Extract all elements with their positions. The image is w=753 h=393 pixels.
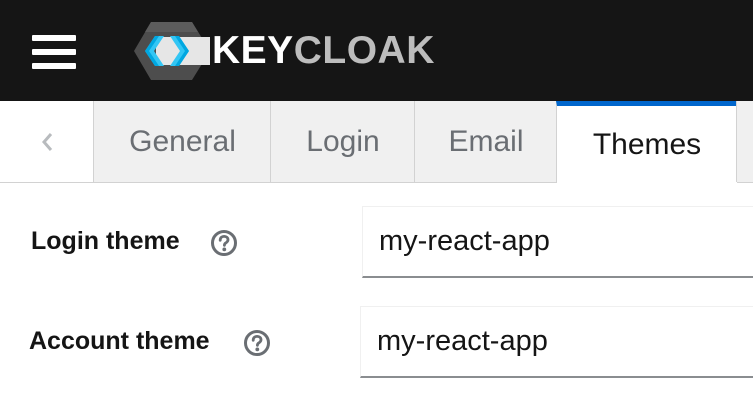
tab-email-label: Email xyxy=(448,124,524,158)
login-theme-label: Login theme xyxy=(31,227,180,255)
keycloak-logo-icon xyxy=(134,22,210,80)
account-theme-row: Account theme my-react-app xyxy=(0,306,753,378)
tab-email[interactable]: Email xyxy=(414,101,557,182)
question-circle-icon[interactable] xyxy=(210,229,238,257)
keycloak-wordmark: KEYCLOAK xyxy=(212,29,435,72)
realm-settings-tabs: General Login Email Themes xyxy=(0,101,753,183)
tab-themes-label: Themes xyxy=(592,127,702,161)
hamburger-menu-icon[interactable] xyxy=(32,33,76,73)
login-theme-row: Login theme my-react-app xyxy=(0,206,753,278)
login-theme-select[interactable]: my-react-app xyxy=(362,206,753,278)
account-theme-select[interactable]: my-react-app xyxy=(360,306,753,378)
tab-login[interactable]: Login xyxy=(270,101,415,182)
masthead: KEYCLOAK xyxy=(0,0,753,101)
account-theme-label: Account theme xyxy=(29,327,210,355)
tab-overflow-edge xyxy=(736,101,753,182)
tab-general[interactable]: General xyxy=(93,101,271,182)
question-circle-icon[interactable] xyxy=(243,329,271,357)
tabs-scroll-left-button[interactable] xyxy=(0,101,93,182)
tab-general-label: General xyxy=(129,124,236,158)
tab-themes[interactable]: Themes xyxy=(556,101,737,183)
tab-login-label: Login xyxy=(306,124,380,158)
chevron-left-icon xyxy=(41,132,52,151)
keycloak-logo[interactable]: KEYCLOAK xyxy=(134,20,434,82)
